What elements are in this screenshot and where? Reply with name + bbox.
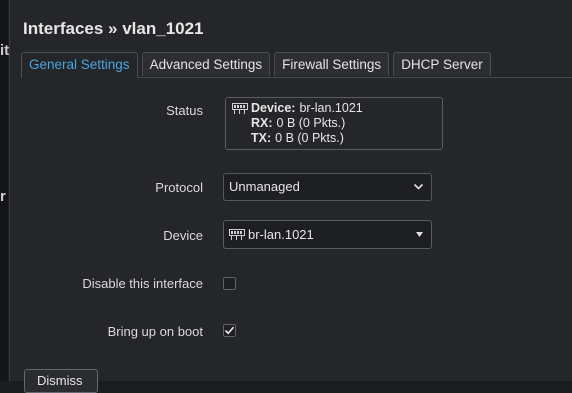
tab-firewall-settings[interactable]: Firewall Settings [274,52,390,76]
tab-advanced-settings[interactable]: Advanced Settings [141,52,271,76]
device-select[interactable]: br-lan.1021 [223,220,432,249]
background-text-fragment: r [0,188,6,205]
checkmark-icon [224,326,235,335]
disable-interface-label: Disable this interface [82,276,203,291]
tab-general-settings[interactable]: General Settings [21,52,138,78]
status-tx-key: TX: [251,131,272,145]
bring-up-on-boot-checkbox[interactable] [223,324,236,337]
interface-edit-modal: Interfaces » vlan_1021 General Settings … [9,0,572,393]
protocol-label: Protocol [155,180,203,195]
device-label: Device [163,228,203,243]
protocol-select[interactable]: Unmanaged [223,173,432,201]
status-rx-value: 0 B (0 Pkts.) [276,116,346,130]
protocol-select-value: Unmanaged [229,179,300,194]
bring-up-on-boot-label: Bring up on boot [107,324,203,339]
background-text-fragment: it [0,42,10,59]
network-port-icon [229,229,245,240]
modal-title: Interfaces » vlan_1021 [23,19,204,38]
device-select-value: br-lan.1021 [248,226,314,242]
status-device-value: br-lan.1021 [299,101,363,115]
status-label: Status [166,103,203,118]
chevron-down-icon [413,183,424,190]
tab-bar: General Settings Advanced Settings Firew… [21,52,491,78]
background-page: it r [0,0,10,381]
caret-down-icon [416,232,423,237]
tab-dhcp-server[interactable]: DHCP Server [393,52,491,76]
status-device-key: Device: [251,101,296,115]
disable-interface-checkbox[interactable] [223,277,236,290]
status-rx-key: RX: [251,116,273,130]
network-port-icon [232,103,248,114]
status-box: Device: br-lan.1021 RX: 0 B (0 Pkts.) TX… [225,97,443,150]
status-tx-value: 0 B (0 Pkts.) [275,131,344,145]
dismiss-button[interactable]: Dismiss [24,369,98,393]
